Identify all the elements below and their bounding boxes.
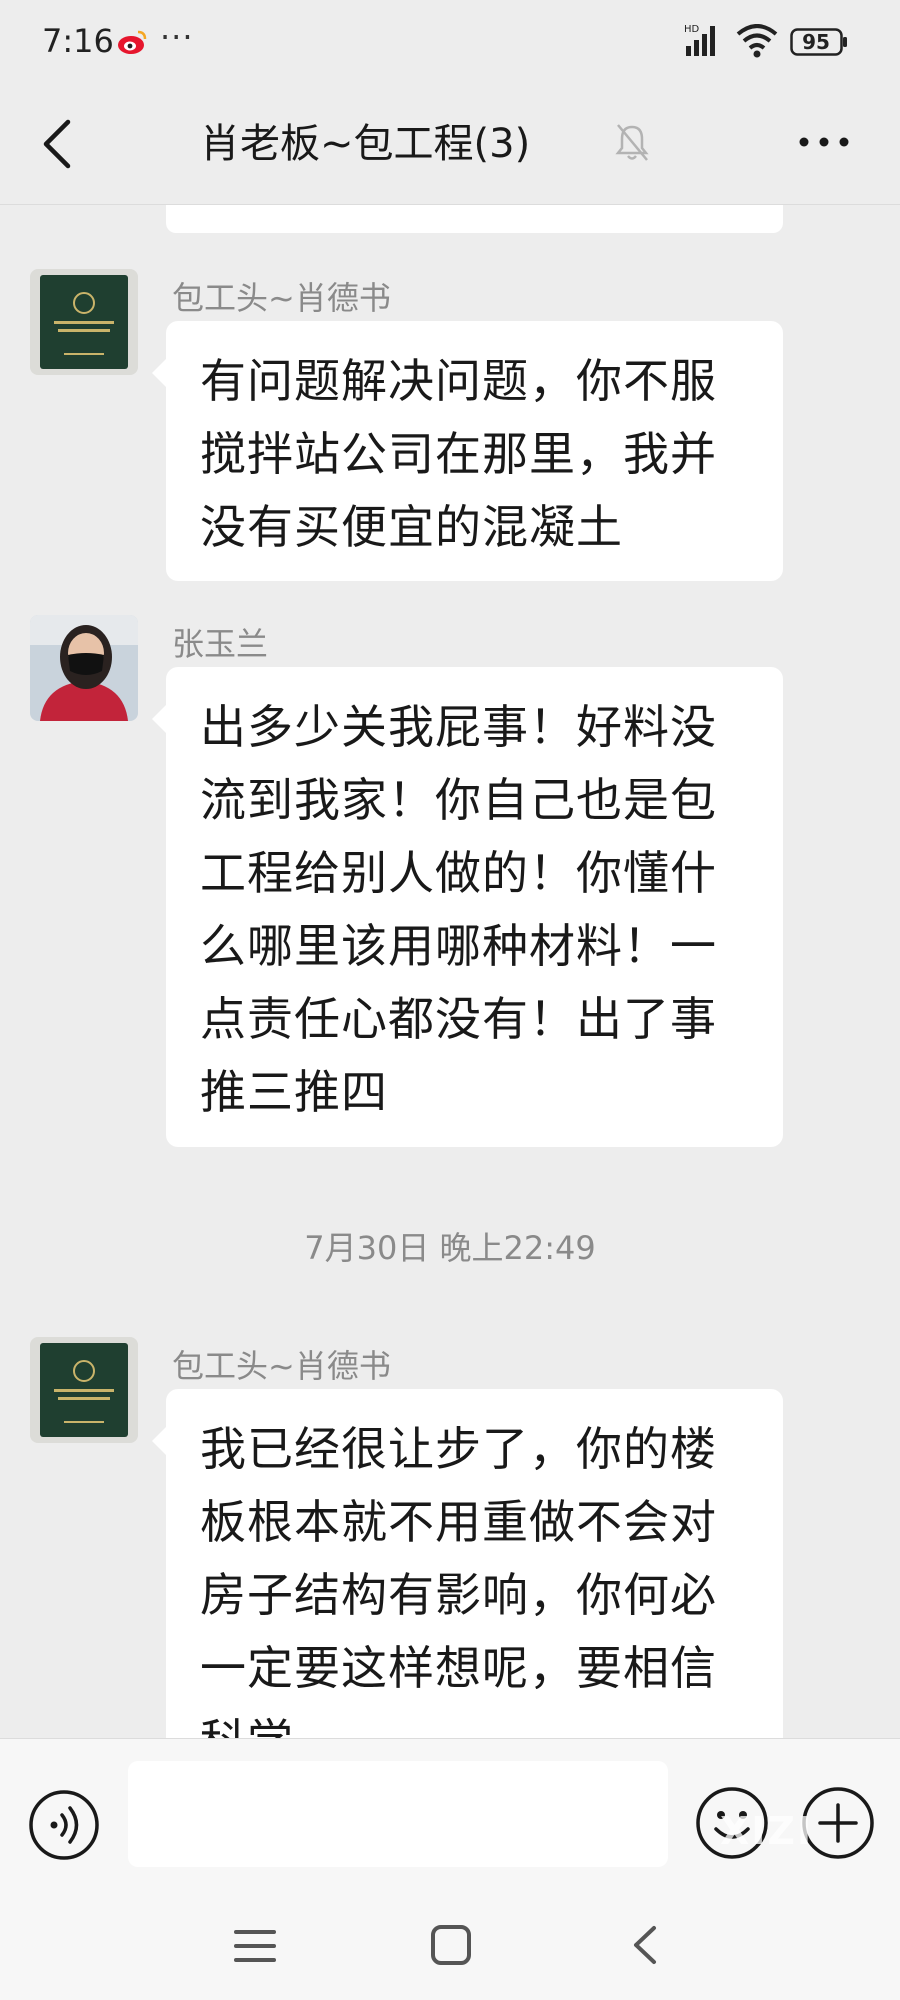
message-list[interactable]: 包工头~肖德书 有问题解决问题，你不服搅拌站公司在那里，我并没有买便宜的混凝土 … (0, 205, 900, 1738)
watermark: XIZI (720, 1809, 814, 1853)
certificate-avatar-image (30, 269, 138, 375)
status-time: 7:16 (42, 22, 114, 60)
back-triangle-icon[interactable] (628, 1922, 662, 1968)
message-timestamp: 7月30日 晚上22:49 (304, 1229, 596, 1267)
sender-name: 包工头~肖德书 (172, 279, 391, 317)
woman-mask-avatar-image (30, 615, 138, 721)
chevron-left-icon[interactable] (36, 114, 80, 174)
sender-name: 包工头~肖德书 (172, 1347, 391, 1385)
battery-icon: 95 (790, 28, 848, 56)
avatar[interactable] (30, 269, 138, 375)
chat-header: 肖老板~包工程(3) (0, 86, 900, 205)
bell-muted-icon (615, 124, 649, 161)
wifi-icon (736, 24, 778, 58)
chat-title[interactable]: 肖老板~包工程(3) (200, 112, 640, 176)
more-dots-icon[interactable] (796, 130, 852, 154)
avatar[interactable] (30, 1337, 138, 1443)
home-icon[interactable] (428, 1922, 474, 1968)
message-input[interactable] (128, 1761, 668, 1867)
menu-icon[interactable] (232, 1926, 278, 1966)
sender-name: 张玉兰 (172, 625, 269, 663)
previous-message-bubble (166, 205, 783, 233)
battery-level: 95 (802, 30, 830, 54)
message-bubble[interactable]: 出多少关我屁事！好料没流到我家！你自己也是包工程给别人做的！你懂什么哪里该用哪种… (152, 667, 783, 1147)
voice-icon[interactable] (28, 1789, 100, 1861)
system-navigation-bar (0, 1888, 900, 2000)
message-bubble[interactable]: 我已经很让步了，你的楼板根本就不用重做不会对房子结构有影响，你何必一定要这样想呢… (152, 1389, 783, 1738)
message-bubble[interactable]: 有问题解决问题，你不服搅拌站公司在那里，我并没有买便宜的混凝土 (152, 321, 783, 581)
certificate-avatar-image (30, 1337, 138, 1443)
avatar[interactable] (30, 615, 138, 721)
signal-icon: HD (684, 24, 715, 56)
status-more-dots: ··· (160, 18, 194, 56)
status-bar: 7:16 ··· HD 95 (0, 0, 900, 86)
network-label: HD (684, 24, 700, 35)
input-bar: XIZI (0, 1738, 900, 1889)
weibo-icon (118, 30, 147, 54)
